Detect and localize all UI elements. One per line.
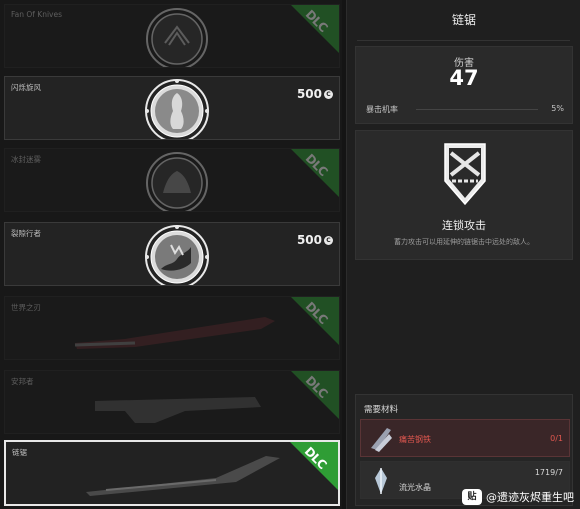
weapon-item-name: 闪烁旋风	[11, 83, 41, 92]
damage-value: 47	[449, 66, 479, 90]
world-blade-weapon-icon	[74, 317, 275, 349]
crit-chance-value: 5%	[551, 104, 564, 113]
mod-medallion-icon	[146, 8, 208, 67]
price-value: 500	[296, 233, 322, 247]
stats-box: 伤害 47 暴击机率 5%	[355, 46, 573, 124]
weapon-item-fan-of-knives[interactable]: Fan Of Knives DLC	[4, 4, 340, 68]
weapon-title: 链锯	[451, 13, 476, 27]
watermark: 贴 @遗迹灰烬重生吧	[462, 489, 574, 505]
weapon-item-peacekeeper[interactable]: 安邦者 DLC	[4, 370, 340, 434]
weapon-item-name: Fan Of Knives	[11, 10, 63, 19]
lumenite-crystal-icon	[375, 468, 387, 494]
material-count: 0/1	[550, 434, 563, 443]
weapon-item-name: 链锯	[12, 448, 27, 457]
material-count: 1719/7	[534, 468, 563, 477]
weapon-item-frozen-mist[interactable]: 冰封迷雾 DLC	[4, 148, 340, 212]
weapon-item-price: 500 C	[297, 87, 333, 101]
mod-name: 连锁攻击	[442, 219, 486, 232]
watermark-text: @遗迹灰烬重生吧	[486, 491, 574, 504]
weapon-detail-panel: 链锯 伤害 47 暴击机率 5% 连锁攻击 蓄力攻击可以用延伸的链锯击中远处的敌…	[346, 0, 580, 509]
tieba-logo-icon: 贴	[462, 489, 482, 505]
divider	[416, 109, 538, 110]
mod-medallion-icon	[145, 79, 209, 139]
price-value: 500	[296, 87, 322, 101]
tormented-steel-icon	[371, 428, 392, 452]
chain-attack-icon	[444, 143, 486, 206]
weapon-item-chainsaw[interactable]: 链锯 DLC	[4, 440, 340, 506]
divider	[357, 40, 570, 41]
mod-medallion-icon	[145, 225, 209, 285]
chainsaw-weapon-icon	[86, 456, 280, 496]
currency-icon: C	[324, 89, 333, 99]
weapon-item-name: 裂隙行者	[11, 229, 41, 238]
mod-box: 连锁攻击 蓄力攻击可以用延伸的链锯击中远处的敌人。	[355, 130, 573, 260]
mod-medallion-icon	[146, 152, 208, 211]
mod-description: 蓄力攻击可以用延伸的链锯击中远处的敌人。	[394, 238, 534, 246]
weapon-item-flash-whirlwind[interactable]: 闪烁旋风 500 C	[4, 76, 340, 140]
material-name: 痛苦钢铁	[399, 435, 431, 444]
weapon-list: Fan Of Knives DLC 闪烁旋风 500 C 冰封迷雾 DLC 裂隙…	[0, 0, 342, 509]
weapon-item-rift-walker[interactable]: 裂隙行者 500 C	[4, 222, 340, 286]
crit-chance-label: 暴击机率	[366, 105, 398, 114]
material-name: 流光水晶	[399, 483, 431, 492]
materials-header: 需要材料	[364, 405, 399, 415]
weapon-item-price: 500 C	[297, 233, 333, 247]
weapon-item-name: 冰封迷雾	[11, 155, 41, 164]
weapon-item-world-blade[interactable]: 世界之刃 DLC	[4, 296, 340, 360]
weapon-item-name: 世界之刃	[11, 303, 41, 312]
peacekeeper-weapon-icon	[95, 397, 261, 423]
material-row[interactable]: 痛苦钢铁 0/1	[360, 419, 570, 457]
weapon-item-name: 安邦者	[11, 377, 34, 386]
currency-icon: C	[324, 235, 333, 245]
